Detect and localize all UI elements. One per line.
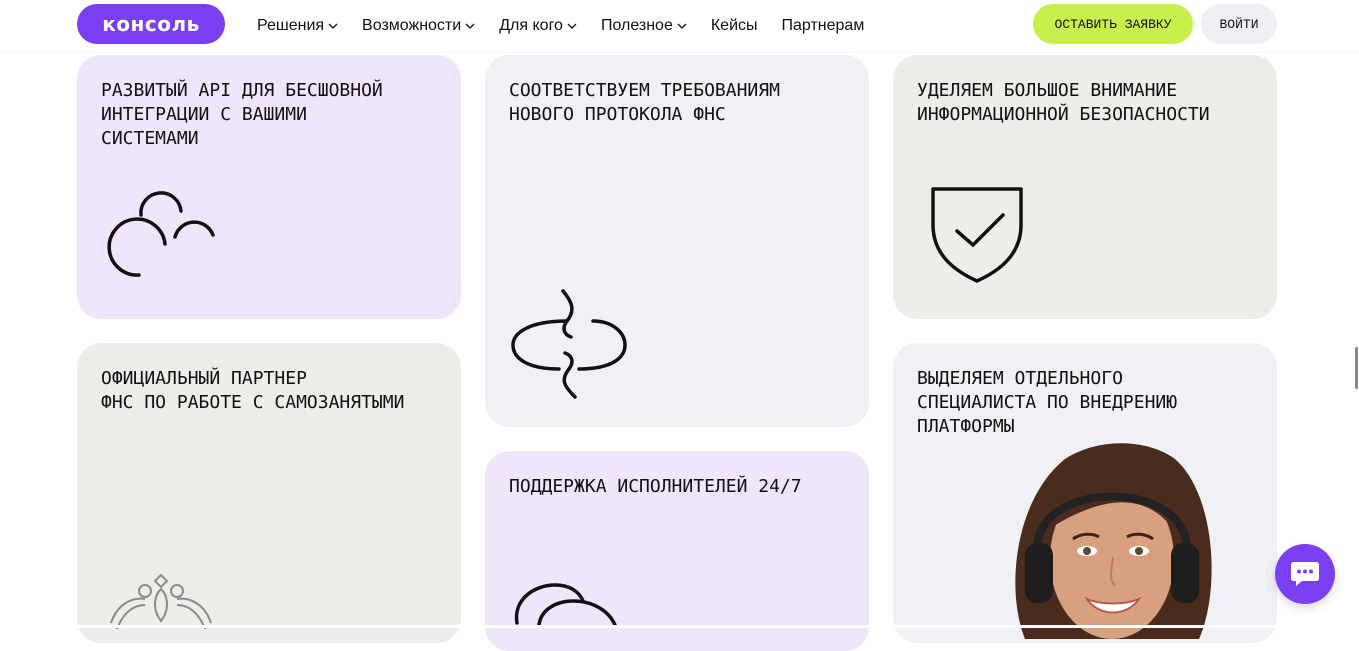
nav-label: Кейсы <box>710 17 758 34</box>
scrollbar-thumb[interactable] <box>1355 347 1358 389</box>
shield-check-icon <box>931 187 1023 283</box>
card-partner: Официальный партнер ФНС по работе с само… <box>77 343 461 643</box>
nav-label: Партнерам <box>781 17 865 34</box>
nav-label: Для кого <box>499 17 563 34</box>
login-button[interactable]: ВОЙТИ <box>1201 4 1277 44</box>
nav-item-cases[interactable]: Кейсы <box>711 14 758 38</box>
logo[interactable]: консоль <box>77 4 225 44</box>
nav-label: Возможности <box>362 17 462 34</box>
nav-label: Решения <box>257 17 325 34</box>
chat-icon <box>1291 562 1319 586</box>
card-title: Развитый API для бесшовной интеграции с … <box>101 80 383 149</box>
card-title: Соответствуем требованиям нового протоко… <box>509 80 780 125</box>
chevron-down-icon <box>677 23 687 29</box>
support-specialist-photo <box>1015 443 1212 639</box>
chevron-down-icon <box>567 23 577 29</box>
coat-of-arms-emblem <box>110 573 212 630</box>
card-support: Поддержка исполнителей 24/7 <box>485 451 869 651</box>
card-title: Официальный партнер ФНС по работе с само… <box>101 368 405 413</box>
card-specialist: Выделяем отдельного специалиста по внедр… <box>893 343 1277 643</box>
nav-item-for-whom[interactable]: Для кого <box>499 14 577 38</box>
card-security: Уделяем большое внимание информационной … <box>893 55 1277 319</box>
chevron-down-icon <box>465 23 475 29</box>
card-fns-protocol: Соответствуем требованиям нового протоко… <box>485 55 869 427</box>
card-title: Выделяем отдельного специалиста по внедр… <box>917 368 1178 437</box>
site-header: консоль Решения Возможности Для кого Пол… <box>0 0 1359 52</box>
nav-item-features[interactable]: Возможности <box>362 14 475 38</box>
clouds-icon <box>107 191 215 277</box>
nav-label: Полезное <box>600 17 673 34</box>
card-title: Поддержка исполнителей 24/7 <box>509 476 802 497</box>
main-nav: Решения Возможности Для кого Полезное Ке… <box>257 14 888 38</box>
apply-button[interactable]: ОСТАВИТЬ ЗАЯВКУ <box>1033 4 1193 44</box>
chevron-down-icon <box>328 23 338 29</box>
chat-bubbles-icon <box>514 583 617 627</box>
sync-arrows-icon <box>511 289 627 399</box>
nav-item-solutions[interactable]: Решения <box>257 14 338 38</box>
chat-button[interactable] <box>1275 544 1335 604</box>
nav-item-partners[interactable]: Партнерам <box>782 14 865 38</box>
card-title: Уделяем большое внимание информационной … <box>917 80 1210 125</box>
nav-item-useful[interactable]: Полезное <box>601 14 687 38</box>
card-api: Развитый API для бесшовной интеграции с … <box>77 55 461 319</box>
